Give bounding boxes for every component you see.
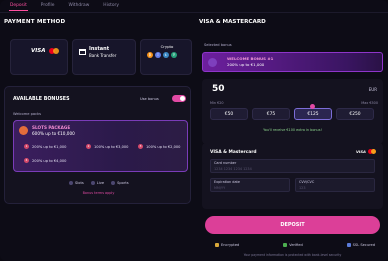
payment-method-panel: PAYMENT METHOD VISA Instant Bank Transfe… [0,13,195,261]
visa-logo: VISA [31,48,46,54]
slots-icon [69,181,73,185]
method-bank-transfer[interactable]: Instant Bank Transfer [72,39,136,75]
bitcoin-icon: ₿ [147,52,153,58]
payment-method-title: PAYMENT METHOD [4,19,66,25]
bonus-option-label: 200% up to €1,000 [32,144,67,149]
badge-encrypted: Encrypted [215,243,239,247]
max-label: Max €500 [361,101,378,105]
bonus-option-4[interactable]: 4 200% up to €4,000 [24,158,66,163]
bonus-number: 1 [24,144,29,149]
bonus-option-2[interactable]: 2 100% up to €3,000 [86,144,128,149]
filter-live[interactable]: Live [90,181,105,185]
chip-50[interactable]: €50 [210,108,248,120]
amount-card: 50 EUR Min €20 Max €500 €50 €75 €125 €250… [202,79,383,144]
filter-sports[interactable]: Sports [111,181,129,185]
slots-package-title: SLOTS PACKAGE [32,125,71,130]
sports-icon [111,181,116,185]
bank-icon [79,49,86,55]
live-icon [90,181,95,185]
bonus-option-label: 100% up to €2,000 [146,144,181,149]
available-bonuses-title: AVAILABLE BONUSES [13,97,70,102]
bonus-filters: Slots Live Sports [69,181,129,185]
deposit-modal: Deposit Profile Withdraw History PAYMENT… [0,0,388,261]
card-form: VISA & Mastercard VISA Card number 1234 … [202,143,383,209]
selected-bonus-label: Selected bonus [204,43,232,47]
deposit-button[interactable]: DEPOSIT [205,216,380,234]
filter-label: Sports [117,181,129,185]
cvv-placeholder: 123 [299,186,306,190]
bank-subtitle: Bank Transfer [89,53,117,58]
expiration-field[interactable]: Expiration date MM/YY [210,178,290,192]
cvv-label: CVV/CVC [299,180,315,184]
bonus-option-3[interactable]: 3 100% up to €2,000 [138,144,180,149]
badge-label: Verified [289,243,303,247]
bonus-option-1[interactable]: 1 200% up to €1,000 [24,144,66,149]
expiration-label: Expiration date [214,180,240,184]
security-footer: Your payment information is protected wi… [243,253,342,257]
amount-input[interactable]: 50 [212,84,225,94]
chip-75[interactable]: €75 [252,108,290,120]
slots-package-icon [19,126,28,135]
mastercard-logo-orange [53,48,59,54]
badge-verified: Verified [283,243,303,247]
use-bonus-label: Use bonus [140,97,159,101]
bonus-number: 3 [138,144,143,149]
litecoin-icon: Ł [163,52,169,58]
slots-package-desc: 600% up to €10,000 [32,131,75,136]
welcome-bonus-icon [208,58,217,67]
tab-bar: Deposit Profile Withdraw History [0,0,119,12]
tab-withdraw[interactable]: Withdraw [68,0,89,12]
filter-label: Live [96,181,105,185]
bonus-number: 2 [86,144,91,149]
ethereum-icon: Ξ [155,52,161,58]
bonus-number: 4 [24,158,29,163]
method-card[interactable]: VISA [10,39,68,75]
filter-slots[interactable]: Slots [69,181,84,185]
tether-icon: ₮ [171,52,177,58]
currency-label: EUR [368,87,377,92]
card-form-title: VISA & Mastercard [210,150,257,155]
card-number-field[interactable]: Card number 1234 1234 1234 1234 [210,159,375,173]
method-crypto[interactable]: Crypto ₿ Ξ Ł ₮ [140,39,192,75]
amount-chips: €50 €75 €125 €250 [210,104,374,120]
shield-icon [346,243,351,247]
badge-label: Encrypted [221,243,240,247]
card-number-label: Card number [214,161,237,165]
mastercard-icon [368,149,376,154]
badge-ssl: SSL Secured [346,243,375,247]
chip-125[interactable]: €125 [294,104,332,120]
bonus-terms-link[interactable]: Bonus terms apply [5,191,192,195]
use-bonus-toggle[interactable] [172,95,186,102]
badge-label: SSL Secured [352,243,375,247]
visa-mastercard-title: VISA & MASTERCARD [199,19,266,25]
available-bonuses-card: AVAILABLE BONUSES Use bonus Welcome pack… [4,86,191,204]
min-label: Min €20 [210,101,224,105]
tab-history[interactable]: History [103,0,119,12]
expiration-placeholder: MM/YY [214,186,226,190]
chip-250[interactable]: €250 [336,108,374,120]
card-deposit-panel: VISA & MASTERCARD Selected bonus WELCOME… [197,13,388,261]
bank-title: Instant [89,46,110,52]
selected-bonus-card[interactable]: WELCOME BONUS #1 200% up to €1,000 [202,52,383,72]
cvv-field[interactable]: CVV/CVC 123 [295,178,375,192]
welcome-bonus-title: WELCOME BONUS #1 [227,56,274,61]
card-number-placeholder: 1234 1234 1234 1234 [214,167,252,171]
bonus-option-label: 100% up to €3,000 [94,144,129,149]
min-max-row: Min €20 Max €500 [210,101,378,105]
security-badges: Encrypted Verified SSL Secured [215,243,375,247]
check-icon [283,243,288,247]
slots-package-card[interactable]: SLOTS PACKAGE 600% up to €10,000 1 200% u… [13,120,188,172]
filter-label: Slots [75,181,84,185]
tab-profile[interactable]: Profile [41,0,55,12]
bonus-option-label: 200% up to €4,000 [32,158,67,163]
welcome-packs-label: Welcome packs [13,112,41,116]
bonus-receive-note: You'll receive €100 extra in bonus! [263,128,322,132]
visa-icon: VISA [355,149,366,154]
welcome-bonus-desc: 200% up to €1,000 [227,62,265,67]
lock-icon [215,243,219,247]
tab-deposit[interactable]: Deposit [9,0,28,12]
crypto-label: Crypto [160,44,174,49]
